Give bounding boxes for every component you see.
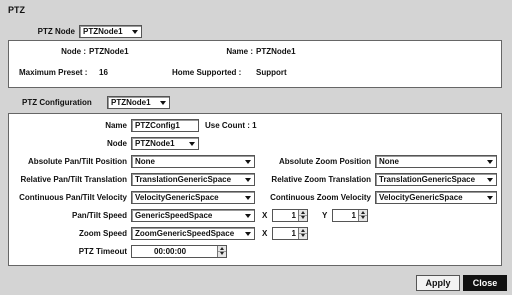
rel-zoom-dropdown[interactable]: TranslationGenericSpace [375,173,497,186]
node-info-panel: Node : PTZNode1 Name : PTZNode1 Maximum … [8,40,502,88]
abs-pan-tilt-value: None [135,157,155,166]
chevron-down-icon [160,101,166,105]
name-info-label: Name : [226,47,253,56]
ptz-config-dropdown[interactable]: PTZNode1 [107,96,170,109]
pan-tilt-y-label: Y [322,211,328,220]
apply-button[interactable]: Apply [416,275,460,291]
ptz-timeout-spinner[interactable]: 00:00:00 [131,245,227,258]
pan-tilt-x-spinner[interactable]: 1 [272,209,308,222]
pan-tilt-y-spinner[interactable]: 1 [332,209,368,222]
cont-zoom-value: VelocityGenericSpace [379,193,463,202]
cont-pan-tilt-dropdown[interactable]: VelocityGenericSpace [131,191,255,204]
chevron-down-icon [189,142,195,146]
zoom-speed-value: ZoomGenericSpeedSpace [135,229,235,238]
zoom-x-label: X [262,229,268,238]
ptz-timeout-value: 00:00:00 [154,247,187,256]
config-name-value: PTZConfig1 [135,121,180,130]
rel-pan-tilt-label: Relative Pan/Tilt Translation [20,175,127,184]
cont-zoom-label: Continuous Zoom Velocity [270,193,371,202]
node-info-value: PTZNode1 [89,47,129,56]
config-node-label: Node [107,139,127,148]
ptz-config-value: PTZNode1 [111,98,151,107]
cont-pan-tilt-value: VelocityGenericSpace [135,193,219,202]
abs-zoom-label: Absolute Zoom Position [279,157,371,166]
ptz-timeout-label: PTZ Timeout [78,247,127,256]
config-node-dropdown[interactable]: PTZNode1 [131,137,199,150]
cont-pan-tilt-label: Continuous Pan/Tilt Velocity [19,193,127,202]
spinner-arrows-icon[interactable] [358,210,367,221]
spinner-arrows-icon[interactable] [298,210,307,221]
chevron-down-icon [487,178,493,182]
cont-zoom-dropdown[interactable]: VelocityGenericSpace [375,191,497,204]
chevron-down-icon [245,196,251,200]
name-info-value: PTZNode1 [256,47,296,56]
rel-pan-tilt-value: TranslationGenericSpace [135,175,232,184]
zoom-x-value: 1 [291,229,296,238]
chevron-down-icon [487,196,493,200]
config-node-value: PTZNode1 [135,139,175,148]
abs-pan-tilt-label: Absolute Pan/Tilt Position [28,157,127,166]
dialog-title: PTZ [8,5,25,15]
rel-zoom-value: TranslationGenericSpace [379,175,476,184]
pan-tilt-y-value: 1 [351,211,356,220]
home-supported-label: Home Supported : [172,68,242,77]
max-preset-label: Maximum Preset : [19,68,88,77]
config-name-input[interactable]: PTZConfig1 [131,119,199,132]
pan-tilt-speed-label: Pan/Tilt Speed [72,211,127,220]
zoom-speed-dropdown[interactable]: ZoomGenericSpeedSpace [131,227,255,240]
ptz-node-value: PTZNode1 [83,27,123,36]
ptz-node-label: PTZ Node [37,27,75,36]
home-supported-value: Support [256,68,287,77]
chevron-down-icon [487,160,493,164]
chevron-down-icon [245,232,251,236]
chevron-down-icon [245,214,251,218]
chevron-down-icon [245,160,251,164]
zoom-speed-label: Zoom Speed [78,229,127,238]
config-name-label: Name [105,121,127,130]
pan-tilt-x-value: 1 [291,211,296,220]
rel-pan-tilt-dropdown[interactable]: TranslationGenericSpace [131,173,255,186]
pan-tilt-x-label: X [262,211,268,220]
abs-zoom-value: None [379,157,399,166]
zoom-x-spinner[interactable]: 1 [272,227,308,240]
use-count-text: Use Count : 1 [205,121,257,130]
max-preset-value: 16 [99,68,108,77]
pan-tilt-speed-value: GenericSpeedSpace [135,211,213,220]
abs-pan-tilt-dropdown[interactable]: None [131,155,255,168]
spinner-arrows-icon[interactable] [217,246,226,257]
rel-zoom-label: Relative Zoom Translation [271,175,371,184]
close-button[interactable]: Close [463,275,507,291]
chevron-down-icon [245,178,251,182]
abs-zoom-dropdown[interactable]: None [375,155,497,168]
node-info-label: Node : [61,47,86,56]
config-panel: Name PTZConfig1 Use Count : 1 Node PTZNo… [8,113,502,266]
spinner-arrows-icon[interactable] [298,228,307,239]
ptz-node-dropdown[interactable]: PTZNode1 [79,25,142,38]
ptz-config-label: PTZ Configuration [22,98,92,107]
pan-tilt-speed-dropdown[interactable]: GenericSpeedSpace [131,209,255,222]
chevron-down-icon [132,30,138,34]
